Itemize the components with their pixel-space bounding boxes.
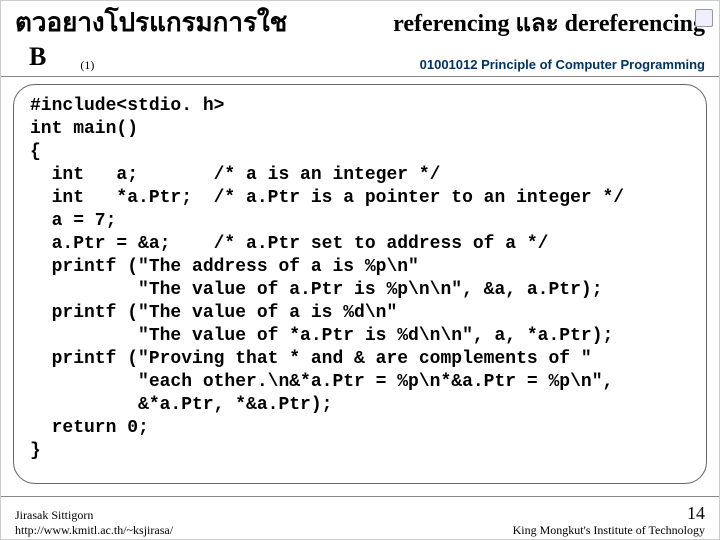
title-left: ตวอยางโปรแกรมการใช	[15, 7, 287, 40]
code-wrap: #include<stdio. h> int main() { int a; /…	[1, 78, 719, 490]
sub-index: (1)	[80, 58, 94, 72]
sub-row: B (1) 01001012 Principle of Computer Pro…	[1, 42, 719, 76]
footer-right: 14 King Mongkut's Institute of Technolog…	[513, 503, 705, 537]
footer-left: Jirasak Sittigorn http://www.kmitl.ac.th…	[15, 508, 173, 537]
title-b: B	[15, 42, 46, 71]
author-url: http://www.kmitl.ac.th/~ksjirasa/	[15, 523, 173, 537]
title-right: referencing และ dereferencing	[393, 7, 705, 39]
slide: ตวอยางโปรแกรมการใช referencing และ deref…	[0, 0, 720, 540]
separator-bottom	[1, 496, 719, 497]
code-block: #include<stdio. h> int main() { int a; /…	[13, 84, 707, 484]
header: ตวอยางโปรแกรมการใช referencing และ deref…	[1, 1, 719, 42]
author-name: Jirasak Sittigorn	[15, 508, 173, 522]
corner-badge-icon	[695, 9, 713, 27]
course-code: 01001012 Principle of Computer Programmi…	[420, 57, 705, 72]
page-number: 14	[513, 503, 705, 525]
footer: Jirasak Sittigorn http://www.kmitl.ac.th…	[1, 503, 719, 537]
institute-name: King Mongkut's Institute of Technology	[513, 523, 705, 537]
